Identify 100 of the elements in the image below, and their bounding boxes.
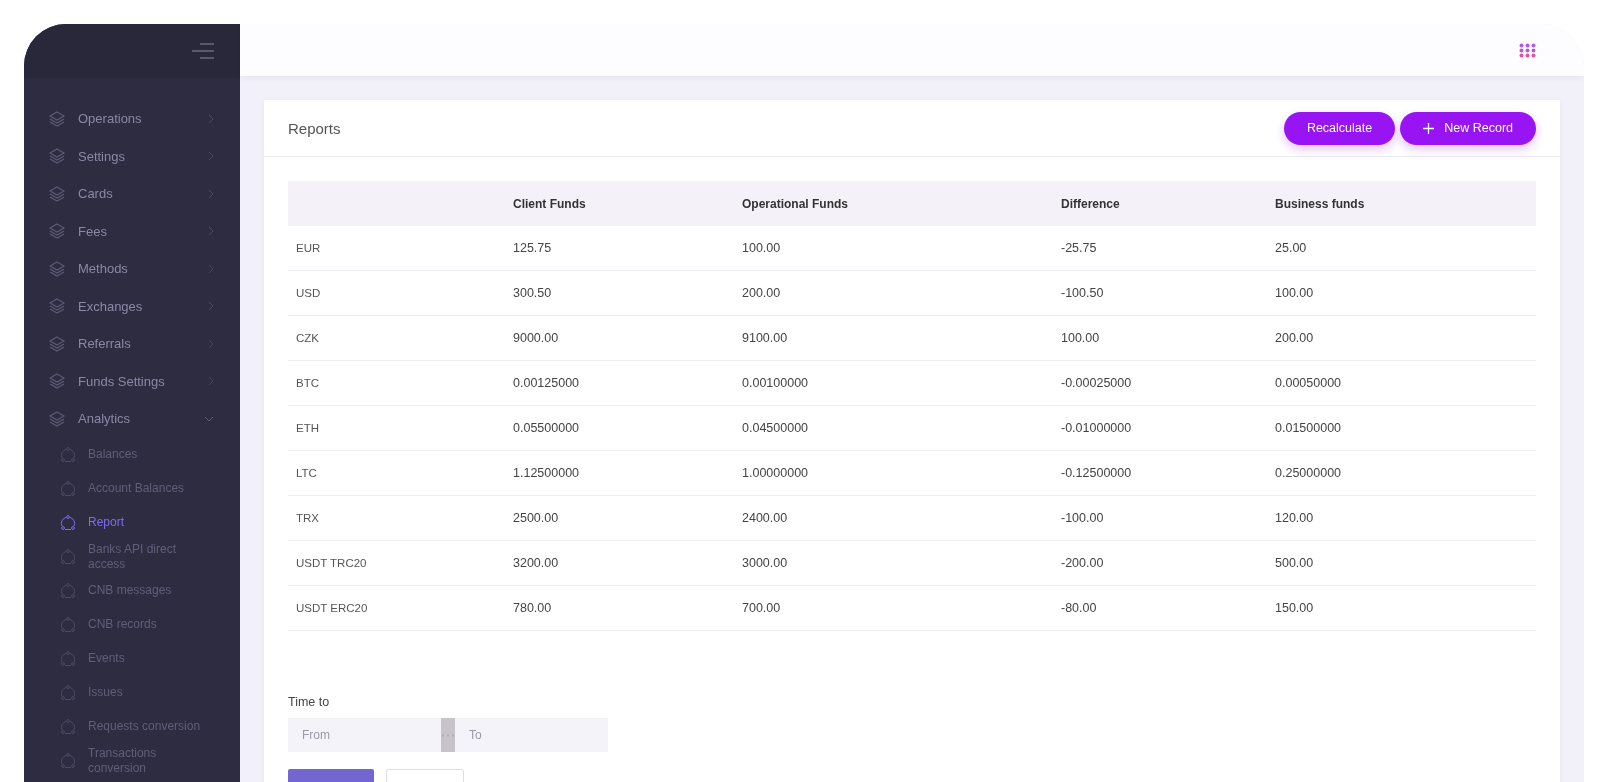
table-cell-text: -200.00 — [1061, 556, 1105, 570]
table-cell-text: 9000.00 — [513, 331, 560, 345]
table-cell-text: 2500.00 — [513, 511, 560, 525]
sidebar-subitem[interactable]: Balances — [24, 437, 240, 472]
sidebar-item[interactable]: Cards — [24, 175, 240, 213]
table-cell-text: CZK — [295, 332, 320, 344]
chevron-right-icon — [208, 263, 214, 274]
table-cell-text: TRX — [295, 512, 320, 524]
table-cell-text: 700.00 — [742, 601, 782, 615]
layers-icon — [48, 334, 66, 353]
sidebar-item[interactable]: Exchanges — [24, 287, 240, 325]
table-cell-text: 780.00 — [513, 601, 553, 615]
table-cell-text: -0.12500000 — [1061, 466, 1133, 480]
table-cell-text: 200.00 — [742, 286, 782, 300]
sidebar-subitem[interactable]: CNB messages — [24, 573, 240, 608]
layers-icon — [48, 259, 66, 278]
table-cell-text: ETH — [295, 422, 320, 434]
table-cell-text: -25.75 — [1061, 241, 1098, 255]
table-cell-text: USDT ERC20 — [295, 602, 369, 614]
plus-icon — [1423, 122, 1435, 134]
apps-grid-icon[interactable] — [1519, 42, 1536, 58]
sidebar-subitem[interactable]: Transactions conversion — [24, 743, 240, 778]
chevron-right-icon — [208, 301, 214, 312]
table-cell-text: 0.00050000 — [1275, 376, 1343, 390]
sidebar-item[interactable]: Operations — [24, 100, 240, 138]
layers-icon — [48, 184, 66, 203]
table-cell-text: -0.00025000 — [1061, 376, 1133, 390]
table-cell-text: -100.50 — [1061, 286, 1105, 300]
layers-icon — [48, 147, 66, 166]
sidebar-subitem[interactable]: Issues — [24, 675, 240, 710]
sidebar-subitem[interactable]: CNB records — [24, 607, 240, 642]
sidebar-item[interactable]: Settings — [24, 137, 240, 175]
sidebar-item[interactable]: Fees — [24, 212, 240, 250]
chevron-right-icon — [208, 376, 214, 387]
chevron-down-icon — [204, 415, 214, 422]
column-header: Client Funds — [513, 196, 587, 211]
table-cell-text: 0.01500000 — [1275, 421, 1343, 435]
sidebar-item[interactable]: Methods — [24, 250, 240, 288]
sidebar-item[interactable]: Funds Settings — [24, 362, 240, 400]
table-cell-text: 1.12500000 — [513, 466, 581, 480]
table-cell-text: 150.00 — [1275, 601, 1315, 615]
table-cell-text: EUR — [295, 242, 322, 254]
table-cell-text: 125.75 — [513, 241, 553, 255]
action-button[interactable]: New Record — [1400, 111, 1536, 145]
column-header: Operational Funds — [742, 196, 849, 211]
chevron-right-icon — [208, 113, 214, 124]
sidebar-subitem[interactable]: Events — [24, 641, 240, 676]
table-cell-text: 300.50 — [513, 286, 553, 300]
circle-nodes-icon — [60, 582, 76, 599]
table-cell-text: 100.00 — [1275, 286, 1315, 300]
field-label: Time to — [288, 695, 331, 709]
column-header: Difference — [1061, 196, 1121, 211]
separator-dots-icon — [441, 718, 455, 752]
sidebar-item[interactable]: Referrals — [24, 325, 240, 363]
table-cell-text: USD — [295, 287, 322, 299]
table-cell-text: -80.00 — [1061, 601, 1098, 615]
table-cell-text: USDT TRC20 — [295, 557, 368, 569]
table-cell-text: 3200.00 — [513, 556, 560, 570]
sidebar-subitem[interactable]: Report — [24, 505, 240, 540]
to-date-field[interactable]: To — [455, 718, 608, 752]
table-cell-text: 9100.00 — [742, 331, 789, 345]
chevron-right-icon — [208, 338, 214, 349]
layers-icon — [48, 372, 66, 391]
table-cell-text: LTC — [295, 467, 318, 479]
table-cell-text: 500.00 — [1275, 556, 1315, 570]
table-cell-text: 3000.00 — [742, 556, 789, 570]
circle-nodes-icon — [60, 616, 76, 633]
table-cell-text: 0.00100000 — [742, 376, 810, 390]
layers-icon — [48, 222, 66, 241]
circle-nodes-icon — [60, 684, 76, 701]
circle-nodes-icon — [60, 514, 76, 531]
layers-icon — [48, 297, 66, 316]
table-cell-text: 25.00 — [1275, 241, 1308, 255]
circle-nodes-icon — [60, 480, 76, 497]
table-cell-text: BTC — [295, 377, 320, 389]
table-cell-text: 0.00125000 — [513, 376, 581, 390]
chevron-right-icon — [208, 188, 214, 199]
menu-icon[interactable] — [192, 43, 214, 59]
table-cell-text: 2400.00 — [742, 511, 789, 525]
table-cell-text: 0.25000000 — [1275, 466, 1343, 480]
circle-nodes-icon — [60, 650, 76, 667]
table-cell-text: 100.00 — [1061, 331, 1101, 345]
table-cell-text: 100.00 — [742, 241, 782, 255]
sidebar-subitem[interactable]: Requests conversion — [24, 709, 240, 744]
table-cell-text: 0.05500000 — [513, 421, 581, 435]
sidebar-item[interactable]: Analytics — [24, 400, 240, 438]
column-header: Business funds — [1275, 196, 1366, 211]
table-cell-text: 1.00000000 — [742, 466, 810, 480]
action-button[interactable]: Recalculate — [1283, 111, 1396, 145]
from-date-field[interactable]: From — [288, 718, 441, 752]
layers-icon — [48, 409, 66, 428]
circle-nodes-icon — [60, 446, 76, 463]
table-cell-text: 120.00 — [1275, 511, 1315, 525]
circle-nodes-icon — [60, 752, 76, 769]
sidebar-subitem[interactable]: Banks API direct access — [24, 539, 240, 574]
table-cell-text: 0.04500000 — [742, 421, 810, 435]
circle-nodes-icon — [60, 548, 76, 565]
card-title: Reports — [288, 119, 341, 137]
table-cell-text: -0.01000000 — [1061, 421, 1133, 435]
sidebar-subitem[interactable]: Account Balances — [24, 471, 240, 506]
